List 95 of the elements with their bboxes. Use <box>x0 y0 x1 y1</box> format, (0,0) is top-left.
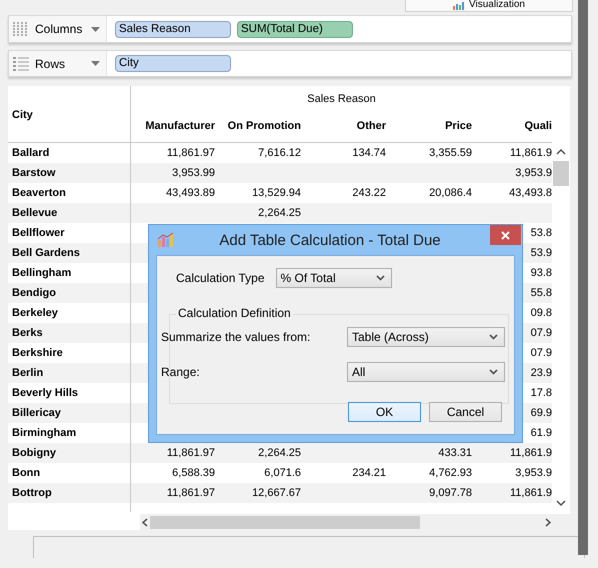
table-cell: 23.9 <box>530 367 552 379</box>
table-cell: 4,762.93 <box>429 467 472 479</box>
row-label: Birmingham <box>12 427 76 439</box>
row-label: Berkshire <box>12 347 63 359</box>
dialog-button[interactable]: OK <box>348 402 421 422</box>
table-cell: 53.8 <box>530 227 552 239</box>
table-cell: 69.9 <box>530 407 552 419</box>
table-cell: 20,086.4 <box>429 187 472 199</box>
table-cell: 11,861.97 <box>166 487 215 499</box>
table-cell: 13,529.94 <box>252 187 301 199</box>
row-label: Bobigny <box>12 447 56 459</box>
row-label: Bellflower <box>12 227 65 239</box>
field-label: Summarize the values from: <box>161 330 312 344</box>
dropdown-triangle-icon[interactable] <box>91 61 100 66</box>
dialog-button[interactable]: Cancel <box>429 402 502 422</box>
table-cell: 9,097.78 <box>429 487 472 499</box>
row-label: Ballard <box>12 147 50 159</box>
row-label: Berkeley <box>12 307 58 319</box>
scrollbar-thumb[interactable] <box>553 161 569 186</box>
row-label: Beaverton <box>12 187 66 199</box>
column-header: Manufacturer <box>145 120 215 132</box>
field-pill[interactable]: SUM(Total Due) <box>237 20 353 38</box>
field-pill[interactable]: City <box>115 55 231 72</box>
scroll-up-icon[interactable] <box>556 149 566 155</box>
dropdown[interactable]: Table (Across) <box>347 327 505 347</box>
chevron-down-icon <box>489 334 498 340</box>
column-header: Quali <box>524 120 552 132</box>
scroll-left-icon[interactable] <box>142 518 148 527</box>
shelf-label: Rows <box>35 56 66 70</box>
table-cell: 61.9 <box>530 427 552 439</box>
table-cell: 93.8 <box>530 267 552 279</box>
scroll-right-icon[interactable] <box>545 518 551 527</box>
table-cell: 6,588.39 <box>172 467 215 479</box>
table-cell: 3,953.99 <box>172 167 215 179</box>
table-cell: 11,861.97 <box>166 147 215 159</box>
table-cell: 3,953.9 <box>515 167 552 179</box>
column-header: On Promotion <box>228 120 301 132</box>
shelf-label: Columns <box>35 22 84 36</box>
row-label: Beverly Hills <box>12 387 78 399</box>
row-label: Bellevue <box>12 207 58 219</box>
table-cell: 09.8 <box>530 307 552 319</box>
table-cell: 07.9 <box>530 347 552 359</box>
close-icon <box>501 230 510 240</box>
bar-chart-icon <box>453 2 466 10</box>
column-header: Other <box>356 120 386 132</box>
table-cell: 55.8 <box>530 287 552 299</box>
row-label: Berks <box>12 327 43 339</box>
table-cell: 17.8 <box>530 387 552 399</box>
dropdown[interactable]: All <box>347 362 505 382</box>
scrollbar-thumb[interactable] <box>150 516 420 529</box>
field-label: Calculation Type <box>176 271 264 285</box>
table-cell: 234.21 <box>352 467 386 479</box>
table-cell: 2,264.25 <box>258 447 301 459</box>
table-cell: 11,861.9 <box>510 147 552 159</box>
table-cell: 12,667.67 <box>252 487 301 499</box>
chevron-down-icon <box>376 275 384 281</box>
column-header: Price <box>445 120 472 132</box>
table-cell: 3,953.9 <box>515 467 552 479</box>
table-cell: 11,861.9 <box>510 447 552 459</box>
row-label: Bellingham <box>12 267 72 279</box>
bar-chart-icon <box>157 232 174 248</box>
table-cell: 7,616.12 <box>258 147 301 159</box>
rows-icon <box>13 56 29 70</box>
row-label: Bell Gardens <box>12 247 80 259</box>
table-cell: 3,355.59 <box>429 147 472 159</box>
dialog-title: Add Table Calculation - Total Due <box>218 232 442 248</box>
calculation-type-dropdown[interactable]: % Of Total <box>276 268 392 288</box>
row-header: City <box>12 109 33 121</box>
row-label: Bonn <box>12 467 40 479</box>
table-cell: 07.9 <box>530 327 552 339</box>
table-cell: 2,264.25 <box>258 207 301 219</box>
row-label: Barstow <box>12 167 56 179</box>
close-button[interactable] <box>490 225 521 245</box>
table-cell: 53.9 <box>530 247 552 259</box>
table-cell: 11,861.9 <box>510 487 552 499</box>
dropdown-triangle-icon[interactable] <box>91 26 100 32</box>
chevron-down-icon <box>489 369 498 375</box>
scroll-down-icon[interactable] <box>556 500 566 506</box>
table-cell: 43,493.8 <box>509 187 552 199</box>
visualization-tab[interactable]: Visualization <box>405 0 573 12</box>
row-label: Billericay <box>12 407 61 419</box>
field-pill[interactable]: Sales Reason <box>115 20 231 38</box>
table-cell: 43,493.89 <box>166 187 215 199</box>
row-label: Bottrop <box>12 487 52 499</box>
column-group-header: Sales Reason <box>307 93 376 105</box>
table-cell: 11,861.97 <box>166 447 215 459</box>
table-cell: 6,071.6 <box>264 467 301 479</box>
table-cell: 134.74 <box>352 147 386 159</box>
table-cell: 243.22 <box>352 187 386 199</box>
field-label: Range: <box>161 365 201 379</box>
group-title: Calculation Definition <box>176 306 293 320</box>
table-cell: 433.31 <box>438 447 472 459</box>
columns-icon <box>13 22 29 36</box>
row-label: Bendigo <box>12 287 56 299</box>
row-label: Berlin <box>12 367 44 379</box>
